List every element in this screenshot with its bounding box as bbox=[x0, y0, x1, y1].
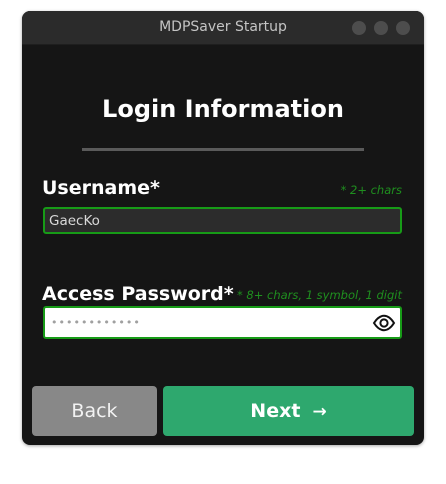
username-label: Username* bbox=[42, 177, 160, 199]
back-button-label: Back bbox=[71, 400, 118, 422]
eye-icon bbox=[372, 314, 396, 332]
arrow-right-icon: → bbox=[312, 402, 327, 422]
close-window-button[interactable] bbox=[396, 21, 410, 35]
password-input[interactable] bbox=[43, 306, 402, 339]
show-password-button[interactable] bbox=[372, 312, 396, 334]
page-title: Login Information bbox=[102, 95, 344, 123]
startup-window: MDPSaver Startup Login Information Usern… bbox=[22, 11, 424, 445]
title-bar[interactable]: MDPSaver Startup bbox=[22, 11, 424, 45]
password-label: Access Password* bbox=[42, 283, 234, 305]
username-input[interactable] bbox=[43, 207, 402, 234]
next-button[interactable]: Next → bbox=[163, 386, 414, 436]
back-button[interactable]: Back bbox=[32, 386, 157, 436]
title-divider bbox=[82, 148, 364, 151]
password-hint: * 8+ chars, 1 symbol, 1 digit bbox=[237, 288, 402, 302]
username-hint: * 2+ chars bbox=[340, 183, 402, 197]
minimize-window-button[interactable] bbox=[352, 21, 366, 35]
next-button-label: Next bbox=[250, 400, 301, 422]
maximize-window-button[interactable] bbox=[374, 21, 388, 35]
